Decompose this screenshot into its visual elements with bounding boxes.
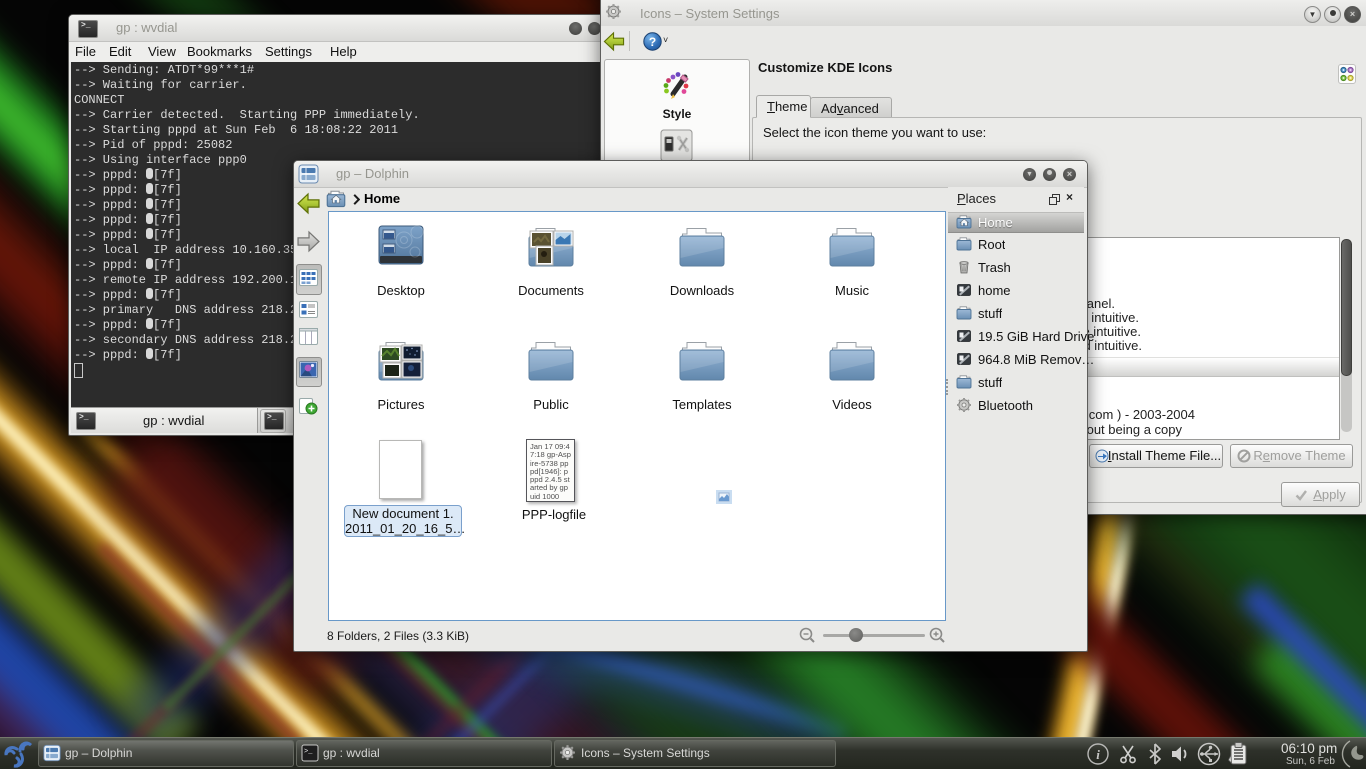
svg-text:?: ? xyxy=(649,35,656,49)
svg-text:>_: >_ xyxy=(304,748,313,756)
svg-text:i: i xyxy=(1096,747,1100,762)
